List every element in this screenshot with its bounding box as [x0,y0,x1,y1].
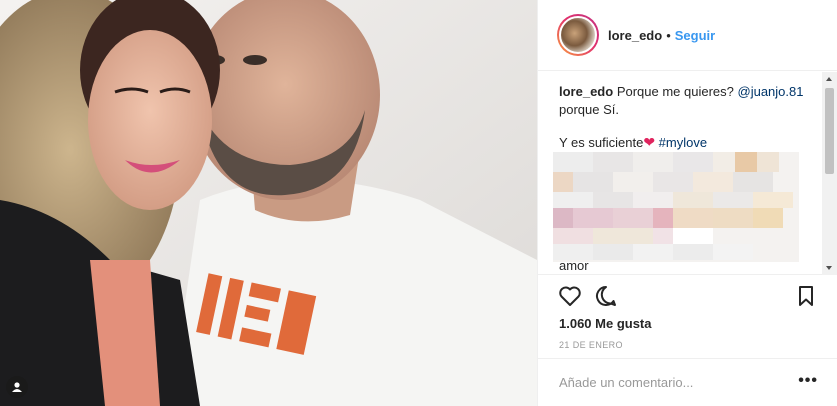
bookmark-icon[interactable] [794,284,818,308]
avatar[interactable] [557,14,599,56]
caption-text-1: Porque me quieres? [616,84,734,99]
scroll-down-arrow-icon[interactable] [826,266,832,270]
avatar-image [559,16,597,54]
caption-trailing-word: amor [559,258,589,273]
user-tag-icon[interactable] [6,376,28,398]
user-tag-glyph [12,382,22,392]
comments-scrollbar[interactable] [822,72,837,275]
pixelated-emoji-block [553,152,799,262]
red-heart-emoji: ❤ [643,134,656,150]
separator-dot: • [666,27,671,43]
likes-count[interactable]: 1.060 Me gusta [559,316,652,331]
post-header: lore_edo • Seguir [538,0,837,71]
caption-hashtag[interactable]: #mylove [659,135,707,150]
caption-text-2: porque Sí. [559,102,619,117]
scroll-up-arrow-icon[interactable] [826,77,832,81]
post-photo[interactable] [0,0,537,406]
comments-list[interactable]: lore_edo Porque me quieres? @juanjo.81 p… [538,72,837,275]
post-side-panel: lore_edo • Seguir lore_edo Porque me qui… [537,0,837,406]
post-date[interactable]: 21 DE ENERO [559,340,623,350]
caption-mention[interactable]: @juanjo.81 [738,84,804,99]
heart-icon[interactable] [558,284,582,308]
caption-username[interactable]: lore_edo [559,84,613,99]
follow-button[interactable]: Seguir [675,28,715,43]
post-actions [538,284,837,310]
comment-input[interactable] [559,372,779,392]
caption-text-3: Y es suficiente [559,135,644,150]
scroll-thumb[interactable] [825,88,834,174]
add-comment-section: ••• [538,358,837,406]
post-username[interactable]: lore_edo [608,28,662,43]
more-options-icon[interactable]: ••• [798,373,818,389]
caption: lore_edo Porque me quieres? @juanjo.81 p… [538,72,837,152]
selfie-image [0,0,537,406]
comment-icon[interactable] [594,284,618,308]
